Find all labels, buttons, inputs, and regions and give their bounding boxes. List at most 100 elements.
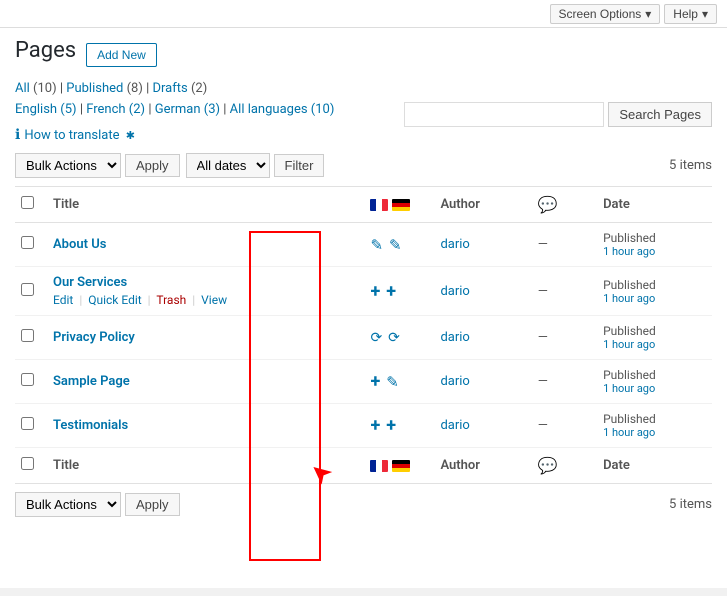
page-title-link[interactable]: About Us — [53, 237, 106, 252]
page-title-link[interactable]: Privacy Policy — [53, 330, 135, 345]
date-info: Published 1 hour ago — [603, 412, 702, 439]
bottom-tablenav: Bulk Actions Apply 5 items — [15, 492, 712, 517]
table-footer-row: Title Author 💬 Date — [15, 448, 712, 484]
title-cell: Our Services Edit | Quick Edit | Trash |… — [43, 267, 360, 316]
page-title-link[interactable]: Testimonials — [53, 418, 128, 433]
table-row: Our Services Edit | Quick Edit | Trash |… — [15, 267, 712, 316]
comment-bubble-icon: 💬 — [538, 195, 558, 214]
table-body: About Us ✎ ✎ dario — Published 1 hour ag… — [15, 223, 712, 448]
add-new-button[interactable]: Add New — [86, 43, 157, 67]
title-cell: Privacy Policy — [43, 316, 360, 360]
author-cell: dario — [430, 404, 527, 448]
plus-icon[interactable]: + — [386, 281, 396, 302]
author-link[interactable]: dario — [440, 284, 469, 299]
comment-value: — — [538, 418, 548, 433]
translation-icons: + ✎ — [370, 371, 420, 392]
filter-button[interactable]: Filter — [274, 154, 325, 177]
row-checkbox-cell — [15, 316, 43, 360]
french-flag-icon — [370, 199, 388, 211]
page-title-link[interactable]: Our Services — [53, 275, 127, 290]
plus-icon[interactable]: + — [370, 281, 380, 302]
search-area: Search Pages — [404, 102, 712, 127]
row-actions: Edit | Quick Edit | Trash | View — [53, 293, 350, 307]
sync-icon[interactable]: ⟳ — [370, 330, 382, 346]
author-link[interactable]: dario — [440, 237, 469, 252]
table-row: Testimonials + + dario — Published 1 hou… — [15, 404, 712, 448]
row-checkbox[interactable] — [21, 283, 34, 296]
author-link[interactable]: dario — [440, 330, 469, 345]
row-checkbox-cell — [15, 223, 43, 267]
filter-all-link[interactable]: All (10) — [15, 81, 57, 96]
filter-drafts-link[interactable]: Drafts (2) — [152, 81, 207, 96]
select-all-header — [15, 187, 43, 223]
comment-cell: — — [528, 316, 593, 360]
search-input[interactable] — [404, 102, 604, 127]
comment-footer: 💬 — [528, 448, 593, 484]
edit-link[interactable]: Edit — [53, 293, 73, 307]
how-to-translate-label: How to translate — [24, 128, 119, 143]
date-status: Published — [603, 368, 702, 382]
flags-column-header — [360, 187, 430, 223]
help-label: Help — [673, 7, 698, 21]
select-all-footer-checkbox[interactable] — [21, 457, 34, 470]
filter-german-link[interactable]: German (3) — [155, 102, 220, 117]
date-time: 1 hour ago — [603, 245, 702, 258]
title-footer-label: Title — [43, 448, 360, 484]
author-link[interactable]: dario — [440, 418, 469, 433]
page-title: Pages — [15, 38, 76, 63]
filter-published-link[interactable]: Published (8) — [66, 81, 143, 96]
title-header-label: Title — [53, 197, 79, 212]
external-link-icon: ✱ — [126, 129, 135, 142]
page-title-link[interactable]: Sample Page — [53, 374, 130, 389]
author-footer-label: Author — [430, 448, 527, 484]
apply-button-top[interactable]: Apply — [125, 154, 180, 177]
quick-edit-link[interactable]: Quick Edit — [88, 293, 141, 307]
date-filter: All dates Filter — [186, 153, 325, 178]
comment-cell: — — [528, 360, 593, 404]
date-cell: Published 1 hour ago — [593, 360, 712, 404]
date-time: 1 hour ago — [603, 338, 702, 351]
author-cell: dario — [430, 316, 527, 360]
translation-icons-cell: ⟳ ⟳ — [360, 316, 430, 360]
plus-icon[interactable]: + — [370, 415, 380, 436]
filter-french-link[interactable]: French (2) — [86, 102, 145, 117]
filter-all-languages-link[interactable]: All languages (10) — [230, 102, 335, 117]
view-link[interactable]: View — [201, 293, 227, 307]
translation-icons-cell: ✎ ✎ — [360, 223, 430, 267]
select-all-checkbox[interactable] — [21, 196, 34, 209]
how-to-translate-row: ℹ How to translate ✱ — [15, 127, 712, 143]
translation-icons: ✎ ✎ — [370, 236, 420, 254]
translation-icons: + + — [370, 415, 420, 436]
plus-icon[interactable]: + — [386, 415, 396, 436]
date-status: Published — [603, 231, 702, 245]
date-info: Published 1 hour ago — [603, 324, 702, 351]
apply-button-bottom[interactable]: Apply — [125, 493, 180, 516]
how-to-translate-link[interactable]: How to translate ✱ — [24, 128, 135, 143]
row-checkbox[interactable] — [21, 329, 34, 342]
bulk-actions-select-bottom[interactable]: Bulk Actions — [15, 492, 121, 517]
search-pages-button[interactable]: Search Pages — [608, 102, 712, 127]
filter-english-link[interactable]: English (5) — [15, 102, 77, 117]
sync-icon[interactable]: ⟳ — [388, 330, 400, 346]
row-checkbox[interactable] — [21, 373, 34, 386]
author-link[interactable]: dario — [440, 374, 469, 389]
bulk-actions-select-top[interactable]: Bulk Actions — [15, 153, 121, 178]
row-checkbox[interactable] — [21, 236, 34, 249]
main-content: Pages Add New All (10) | Published (8) |… — [0, 28, 727, 588]
plus-icon[interactable]: + — [370, 371, 380, 392]
pencil-icon[interactable]: ✎ — [386, 373, 399, 391]
language-filter-nav: English (5) | French (2) | German (3) | … — [15, 102, 712, 117]
translation-icons: + + — [370, 281, 420, 302]
help-button[interactable]: Help ▾ — [664, 4, 717, 24]
row-checkbox[interactable] — [21, 417, 34, 430]
german-flag-footer-icon — [392, 460, 410, 472]
row-checkbox-cell — [15, 404, 43, 448]
table-row: Privacy Policy ⟳ ⟳ dario — Published 1 h… — [15, 316, 712, 360]
date-select[interactable]: All dates — [186, 153, 270, 178]
screen-options-button[interactable]: Screen Options ▾ — [550, 4, 661, 24]
pencil-icon[interactable]: ✎ — [389, 236, 402, 254]
translation-icons-cell: + + — [360, 267, 430, 316]
date-info: Published 1 hour ago — [603, 231, 702, 258]
pencil-icon[interactable]: ✎ — [370, 236, 383, 254]
trash-link[interactable]: Trash — [156, 293, 186, 307]
